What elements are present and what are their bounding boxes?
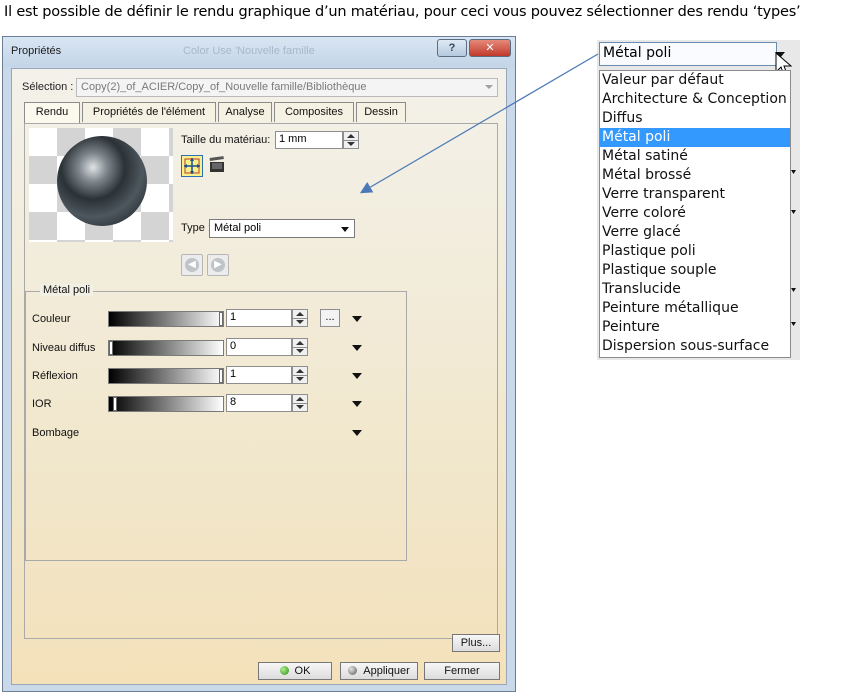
ior-slider[interactable]: [108, 396, 224, 412]
chevron-down-icon[interactable]: [352, 373, 362, 379]
rendu-panel: Taille du matériau: 1 mm Type : Métal po…: [24, 123, 498, 639]
size-input[interactable]: 1 mm: [275, 131, 343, 149]
chevron-down-icon[interactable]: [352, 401, 362, 407]
properties-window: Propriétés Color Use 'Nouvelle famille ?…: [2, 36, 516, 692]
dropdown-option[interactable]: Valeur par défaut: [600, 71, 790, 90]
ior-input[interactable]: 8: [226, 394, 292, 412]
window-title: Propriétés: [11, 45, 62, 57]
texture-button[interactable]: [207, 155, 229, 177]
ok-label: OK: [294, 665, 311, 677]
ok-icon: [279, 666, 289, 675]
slider-handle[interactable]: [113, 397, 117, 411]
slider-handle[interactable]: [219, 312, 223, 326]
ior-spinner[interactable]: [292, 394, 308, 412]
dialog-client-area: Sélection : Copy(2)_of_ACIER/Copy_of_Nou…: [11, 68, 507, 685]
color-picker-button[interactable]: ...: [320, 309, 340, 327]
niveau-diffus-label: Niveau diffus: [32, 342, 96, 354]
type-label: Type :: [181, 222, 211, 234]
next-button[interactable]: ▶: [207, 254, 229, 276]
apply-label: Appliquer: [363, 665, 410, 677]
tab-rendu[interactable]: Rendu: [24, 102, 80, 124]
tab-analyse[interactable]: Analyse: [218, 102, 272, 122]
tab-dessin[interactable]: Dessin: [356, 102, 406, 122]
move-arrows-icon: [184, 158, 200, 174]
dropdown-option[interactable]: Métal brossé: [600, 166, 790, 185]
sphere-preview-image: [57, 136, 147, 226]
couleur-slider[interactable]: [108, 311, 224, 327]
chevron-down-icon[interactable]: [352, 316, 362, 322]
selection-combobox[interactable]: Copy(2)_of_ACIER/Copy_of_Nouvelle famill…: [76, 78, 498, 97]
size-label: Taille du matériau:: [181, 134, 271, 146]
selection-label: Sélection :: [22, 81, 74, 93]
scale-mapping-button[interactable]: [181, 155, 203, 177]
ok-button[interactable]: OK: [258, 662, 332, 680]
reflexion-spinner[interactable]: [292, 366, 308, 384]
dropdown-option[interactable]: Peinture métallique: [600, 299, 790, 318]
arrow-right-icon: ▶: [211, 258, 225, 272]
dropdown-option[interactable]: Métal satiné: [600, 147, 790, 166]
apply-button[interactable]: Appliquer: [340, 662, 418, 680]
dropdown-option[interactable]: Dispersion sous-surface: [600, 337, 790, 356]
slider-handle[interactable]: [109, 341, 113, 355]
previous-button[interactable]: ◀: [181, 254, 203, 276]
type-dropdown-panel: Métal poli Valeur par défaut Architectur…: [597, 40, 800, 360]
niveau-diffus-input[interactable]: 0: [226, 338, 292, 356]
dropdown-option[interactable]: Plastique souple: [600, 261, 790, 280]
background-window-title: Color Use 'Nouvelle famille: [183, 45, 315, 57]
ior-label: IOR: [32, 398, 52, 410]
bombage-label: Bombage: [32, 427, 80, 439]
chevron-down-icon[interactable]: [485, 85, 493, 89]
dropdown-option[interactable]: Architecture & Conception: [600, 90, 790, 109]
type-value: Métal poli: [214, 222, 262, 234]
niveau-diffus-spinner[interactable]: [292, 338, 308, 356]
apply-icon: [348, 666, 358, 675]
type-dropdown-selected[interactable]: Métal poli: [599, 42, 777, 66]
plus-button[interactable]: Plus...: [452, 634, 500, 652]
dropdown-option-selected[interactable]: Métal poli: [600, 128, 790, 147]
reflexion-label: Réflexion: [32, 370, 78, 382]
reflexion-slider[interactable]: [108, 368, 224, 384]
caption-text: Il est possible de définir le rendu grap…: [4, 4, 801, 20]
dropdown-option[interactable]: Verre glacé: [600, 223, 790, 242]
size-spinner[interactable]: [343, 131, 359, 149]
tab-proprietes-element[interactable]: Propriétés de l'élément: [82, 102, 216, 122]
couleur-input[interactable]: 1: [226, 309, 292, 327]
clapper-icon: [209, 156, 224, 172]
type-dropdown-list: Valeur par défaut Architecture & Concept…: [599, 70, 791, 358]
arrow-left-icon: ◀: [185, 258, 199, 272]
tab-composites[interactable]: Composites: [274, 102, 354, 122]
chevron-down-icon[interactable]: [341, 227, 349, 232]
niveau-diffus-slider[interactable]: [108, 340, 224, 356]
couleur-spinner[interactable]: [292, 309, 308, 327]
slider-handle[interactable]: [219, 369, 223, 383]
chevron-down-icon[interactable]: [352, 430, 362, 436]
reflexion-input[interactable]: 1: [226, 366, 292, 384]
dropdown-option[interactable]: Verre transparent: [600, 185, 790, 204]
clipped-triangles-decoration: [791, 170, 796, 326]
help-button[interactable]: ?: [437, 39, 467, 57]
selection-value: Copy(2)_of_ACIER/Copy_of_Nouvelle famill…: [81, 81, 367, 93]
metal-poli-group: Métal poli Couleur 1 ... Niveau diffus 0…: [25, 284, 407, 561]
dropdown-option[interactable]: Peinture: [600, 318, 790, 337]
dropdown-option[interactable]: Verre coloré: [600, 204, 790, 223]
dropdown-option[interactable]: Translucide: [600, 280, 790, 299]
chevron-down-icon[interactable]: [352, 345, 362, 351]
group-title: Métal poli: [40, 284, 94, 296]
dropdown-option[interactable]: Plastique poli: [600, 242, 790, 261]
dropdown-option[interactable]: Diffus: [600, 109, 790, 128]
close-window-button[interactable]: ✕: [469, 39, 511, 57]
title-bar[interactable]: Propriétés Color Use 'Nouvelle famille ?…: [3, 37, 515, 67]
close-button[interactable]: Fermer: [424, 662, 500, 680]
type-select[interactable]: Métal poli: [209, 219, 355, 238]
couleur-label: Couleur: [32, 313, 71, 325]
material-preview: [29, 128, 173, 242]
